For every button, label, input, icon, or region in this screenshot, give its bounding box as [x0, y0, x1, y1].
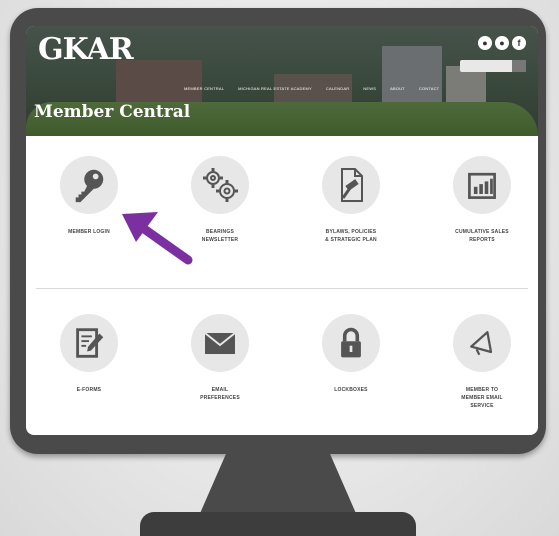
- tile-e-forms[interactable]: E-FORMS: [34, 314, 144, 394]
- tile-circle: [60, 314, 118, 372]
- tile-cumulative-sales-reports[interactable]: CUMULATIVE SALES REPORTS: [427, 156, 537, 244]
- tile-circle: [322, 156, 380, 214]
- tile-label: EMAIL PREFERENCES: [200, 387, 240, 401]
- tile-member-to-member-email[interactable]: MEMBER TO MEMBER EMAIL SERVICE: [427, 314, 537, 410]
- gears-icon: [203, 168, 238, 202]
- tile-label: CUMULATIVE SALES REPORTS: [455, 229, 509, 243]
- document-gavel-icon: [341, 168, 363, 202]
- tile-label: BYLAWS, POLICIES & STRATEGIC PLAN: [325, 229, 377, 243]
- tile-bylaws-policies[interactable]: BYLAWS, POLICIES & STRATEGIC PLAN: [296, 156, 406, 244]
- header-banner: GKAR ● ● f MEMBER CENTRAL MICHIGAN REAL …: [26, 26, 538, 136]
- main-nav: MEMBER CENTRAL MICHIGAN REAL ESTATE ACAD…: [184, 86, 439, 91]
- monitor-stand-base: [140, 512, 416, 536]
- facebook-icon[interactable]: f: [512, 36, 526, 50]
- tile-email-preferences[interactable]: EMAIL PREFERENCES: [165, 314, 275, 402]
- monitor-stand: [198, 452, 358, 518]
- pointer-arrow-icon: [122, 212, 193, 265]
- tile-circle: [322, 314, 380, 372]
- social-icon[interactable]: ●: [495, 36, 509, 50]
- nav-item-about[interactable]: ABOUT: [390, 86, 405, 91]
- tile-circle: [453, 156, 511, 214]
- nav-item-member-central[interactable]: MEMBER CENTRAL: [184, 86, 224, 91]
- lock-icon: [341, 327, 361, 358]
- social-links: ● ● f: [478, 36, 526, 50]
- megaphone-icon: [470, 331, 493, 356]
- tile-circle: [453, 314, 511, 372]
- tile-lockboxes[interactable]: LOCKBOXES: [296, 314, 406, 394]
- search-input[interactable]: [460, 60, 526, 72]
- nav-item-academy[interactable]: MICHIGAN REAL ESTATE ACADEMY: [238, 86, 312, 91]
- nav-item-calendar[interactable]: CALENDAR: [326, 86, 349, 91]
- envelope-icon: [204, 332, 236, 354]
- page-title: Member Central: [34, 102, 191, 122]
- form-edit-icon: [76, 328, 104, 358]
- tile-label: MEMBER TO MEMBER EMAIL SERVICE: [461, 387, 503, 409]
- tile-label: E-FORMS: [76, 387, 102, 393]
- search-button[interactable]: [512, 60, 526, 72]
- site-logo[interactable]: GKAR: [38, 32, 134, 67]
- bar-chart-icon: [468, 172, 496, 199]
- social-icon[interactable]: ●: [478, 36, 492, 50]
- tile-circle: [191, 314, 249, 372]
- section-divider: [36, 288, 528, 289]
- tile-label: LOCKBOXES: [334, 387, 368, 393]
- nav-item-news[interactable]: NEWS: [363, 86, 376, 91]
- nav-item-contact[interactable]: CONTACT: [419, 86, 439, 91]
